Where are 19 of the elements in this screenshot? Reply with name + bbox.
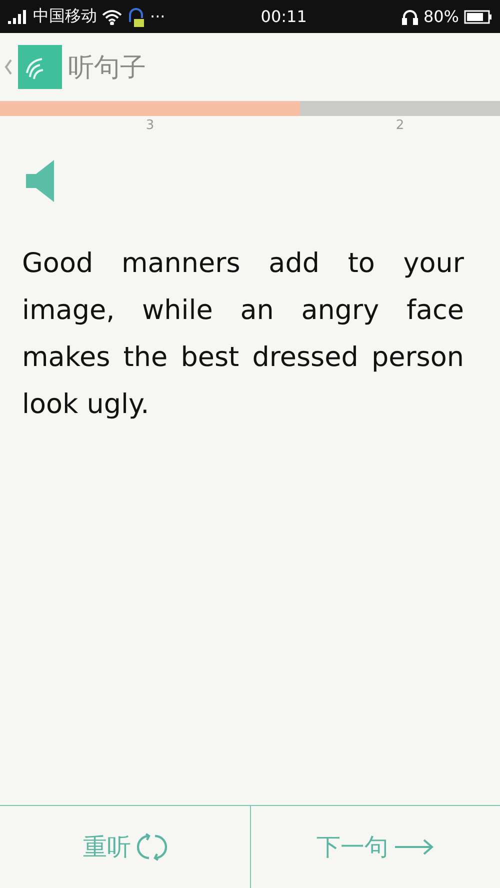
remaining-count: 2 [394, 117, 406, 135]
back-icon[interactable] [4, 58, 12, 76]
clock-time: 00:11 [260, 7, 307, 26]
arrow-right-icon [394, 837, 434, 857]
headphones-icon [402, 8, 418, 24]
more-indicator: ··· [150, 7, 166, 26]
headset-person-icon [127, 6, 145, 28]
page-title: 听句子 [68, 52, 146, 84]
battery-icon [464, 10, 492, 24]
next-sentence-button[interactable]: 下一句 [250, 806, 500, 888]
wifi-icon [102, 8, 122, 24]
replay-button[interactable]: 重听 [0, 806, 250, 888]
battery-percent: 80% [423, 7, 459, 26]
sentence-text: Good manners add to your image, while an angry face makes the best dressed person look ugly. [22, 247, 464, 422]
done-count: 3 [144, 117, 156, 135]
refresh-icon [136, 832, 167, 862]
signal-icon [8, 10, 28, 24]
carrier-name: 中国移动 [33, 6, 97, 27]
app-logo-icon [18, 45, 62, 89]
